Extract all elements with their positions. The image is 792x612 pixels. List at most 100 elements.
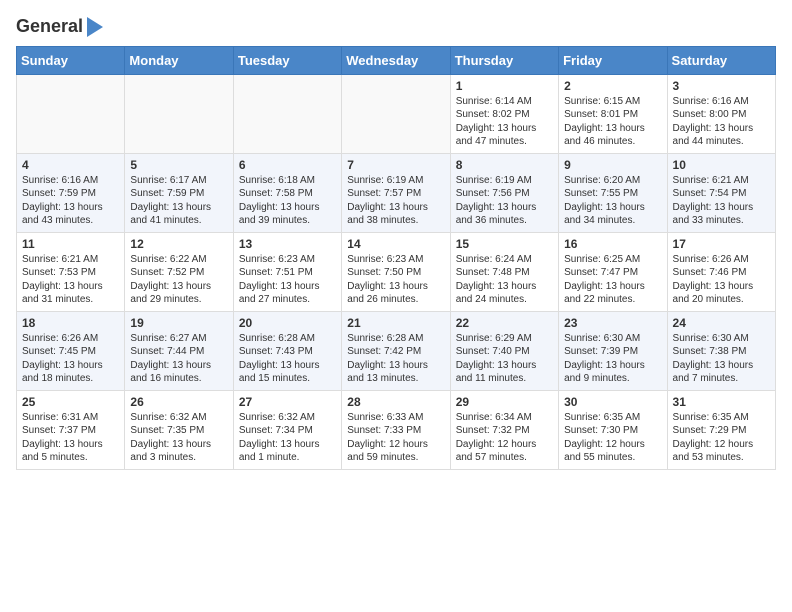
day-info-line: and 44 minutes.: [673, 135, 770, 149]
calendar-cell: [233, 74, 341, 153]
day-info-line: and 53 minutes.: [673, 451, 770, 465]
calendar-cell: 12Sunrise: 6:22 AMSunset: 7:52 PMDayligh…: [125, 232, 233, 311]
day-number: 24: [673, 316, 770, 330]
day-info-line: Sunrise: 6:21 AM: [673, 174, 770, 188]
day-info-line: Sunrise: 6:22 AM: [130, 253, 227, 267]
day-info-line: Sunset: 7:59 PM: [22, 187, 119, 201]
day-info-line: Sunrise: 6:33 AM: [347, 411, 444, 425]
day-info-line: Daylight: 13 hours: [22, 201, 119, 215]
calendar-cell: 16Sunrise: 6:25 AMSunset: 7:47 PMDayligh…: [559, 232, 667, 311]
day-number: 2: [564, 79, 661, 93]
day-info-line: Daylight: 12 hours: [456, 438, 553, 452]
day-info-line: and 39 minutes.: [239, 214, 336, 228]
day-number: 29: [456, 395, 553, 409]
calendar-cell: 18Sunrise: 6:26 AMSunset: 7:45 PMDayligh…: [17, 311, 125, 390]
day-info-line: Daylight: 13 hours: [564, 359, 661, 373]
day-info-line: and 26 minutes.: [347, 293, 444, 307]
day-info-line: Sunrise: 6:28 AM: [239, 332, 336, 346]
day-number: 31: [673, 395, 770, 409]
day-info-line: Sunrise: 6:32 AM: [239, 411, 336, 425]
day-number: 18: [22, 316, 119, 330]
day-info-line: Daylight: 13 hours: [130, 438, 227, 452]
day-info-line: Sunset: 7:38 PM: [673, 345, 770, 359]
day-info-line: and 31 minutes.: [22, 293, 119, 307]
calendar-cell: [125, 74, 233, 153]
day-info-line: Sunset: 7:43 PM: [239, 345, 336, 359]
day-info-line: Sunrise: 6:34 AM: [456, 411, 553, 425]
calendar-cell: [342, 74, 450, 153]
day-info-line: Daylight: 12 hours: [347, 438, 444, 452]
calendar-cell: 4Sunrise: 6:16 AMSunset: 7:59 PMDaylight…: [17, 153, 125, 232]
day-info-line: Sunrise: 6:20 AM: [564, 174, 661, 188]
day-info-line: and 34 minutes.: [564, 214, 661, 228]
day-info-line: and 36 minutes.: [456, 214, 553, 228]
day-info-line: Daylight: 13 hours: [130, 201, 227, 215]
day-info-line: Sunset: 8:02 PM: [456, 108, 553, 122]
day-info-line: Sunset: 7:35 PM: [130, 424, 227, 438]
calendar-header-saturday: Saturday: [667, 46, 775, 74]
day-info-line: Daylight: 13 hours: [239, 359, 336, 373]
day-number: 23: [564, 316, 661, 330]
calendar-cell: 23 Sunrise: 6:30 AMSunset: 7:39 PMDayligh…: [559, 311, 667, 390]
calendar-cell: 14Sunrise: 6:23 AMSunset: 7:50 PMDayligh…: [342, 232, 450, 311]
day-number: 27: [239, 395, 336, 409]
calendar-cell: 29 Sunrise: 6:34 AMSunset: 7:32 PMDayligh…: [450, 390, 558, 469]
day-info-line: and 47 minutes.: [456, 135, 553, 149]
day-number: 21: [347, 316, 444, 330]
day-info-line: Sunset: 7:51 PM: [239, 266, 336, 280]
day-info-line: Daylight: 13 hours: [456, 201, 553, 215]
day-number: 9: [564, 158, 661, 172]
calendar-cell: 1Sunrise: 6:14 AMSunset: 8:02 PMDaylight…: [450, 74, 558, 153]
day-info-line: and 5 minutes.: [22, 451, 119, 465]
day-info-line: and 9 minutes.: [564, 372, 661, 386]
day-number: 11: [22, 237, 119, 251]
calendar-cell: 10Sunrise: 6:21 AMSunset: 7:54 PMDayligh…: [667, 153, 775, 232]
day-info-line: Daylight: 12 hours: [564, 438, 661, 452]
day-info-line: Sunrise: 6:24 AM: [456, 253, 553, 267]
day-info-line: Sunrise: 6:30 AM: [564, 332, 661, 346]
calendar-header-thursday: Thursday: [450, 46, 558, 74]
day-number: 10: [673, 158, 770, 172]
calendar-cell: 25Sunrise: 6:31 AMSunset: 7:37 PMDayligh…: [17, 390, 125, 469]
calendar-header-tuesday: Tuesday: [233, 46, 341, 74]
calendar-cell: 7Sunrise: 6:19 AMSunset: 7:57 PMDaylight…: [342, 153, 450, 232]
calendar-cell: 9 Sunrise: 6:20 AMSunset: 7:55 PMDaylight…: [559, 153, 667, 232]
day-number: 28: [347, 395, 444, 409]
day-info-line: Daylight: 13 hours: [564, 201, 661, 215]
day-info-line: and 24 minutes.: [456, 293, 553, 307]
day-info-line: Daylight: 13 hours: [347, 280, 444, 294]
calendar-header-friday: Friday: [559, 46, 667, 74]
day-info-line: Sunset: 7:59 PM: [130, 187, 227, 201]
day-number: 25: [22, 395, 119, 409]
calendar-week-row: 11Sunrise: 6:21 AMSunset: 7:53 PMDayligh…: [17, 232, 776, 311]
calendar-cell: 30Sunrise: 6:35 AMSunset: 7:30 PMDayligh…: [559, 390, 667, 469]
day-info-line: and 1 minute.: [239, 451, 336, 465]
day-info-line: Daylight: 13 hours: [347, 359, 444, 373]
day-info-line: Sunset: 7:39 PM: [564, 345, 661, 359]
calendar-header-wednesday: Wednesday: [342, 46, 450, 74]
day-info-line: Sunrise: 6:26 AM: [22, 332, 119, 346]
day-info-line: Sunrise: 6:28 AM: [347, 332, 444, 346]
calendar-cell: 8Sunrise: 6:19 AMSunset: 7:56 PMDaylight…: [450, 153, 558, 232]
calendar-cell: [17, 74, 125, 153]
calendar-cell: 5Sunrise: 6:17 AMSunset: 7:59 PMDaylight…: [125, 153, 233, 232]
calendar-cell: 22Sunrise: 6:29 AMSunset: 7:40 PMDayligh…: [450, 311, 558, 390]
day-info-line: Sunset: 7:32 PM: [456, 424, 553, 438]
day-info-line: and 57 minutes.: [456, 451, 553, 465]
day-info-line: Sunrise: 6:23 AM: [239, 253, 336, 267]
page-header: General: [16, 16, 776, 38]
calendar-cell: 17Sunrise: 6:26 AMSunset: 7:46 PMDayligh…: [667, 232, 775, 311]
day-number: 15: [456, 237, 553, 251]
day-info-line: Sunset: 7:55 PM: [564, 187, 661, 201]
day-number: 13: [239, 237, 336, 251]
day-info-line: Sunrise: 6:29 AM: [456, 332, 553, 346]
day-info-line: Sunset: 7:34 PM: [239, 424, 336, 438]
day-info-line: Sunrise: 6:18 AM: [239, 174, 336, 188]
day-number: 4: [22, 158, 119, 172]
calendar-cell: 28Sunrise: 6:33 AMSunset: 7:33 PMDayligh…: [342, 390, 450, 469]
day-info-line: Daylight: 13 hours: [239, 438, 336, 452]
calendar-week-row: 4Sunrise: 6:16 AMSunset: 7:59 PMDaylight…: [17, 153, 776, 232]
day-info-line: Sunrise: 6:25 AM: [564, 253, 661, 267]
day-info-line: and 7 minutes.: [673, 372, 770, 386]
day-info-line: Daylight: 13 hours: [22, 438, 119, 452]
